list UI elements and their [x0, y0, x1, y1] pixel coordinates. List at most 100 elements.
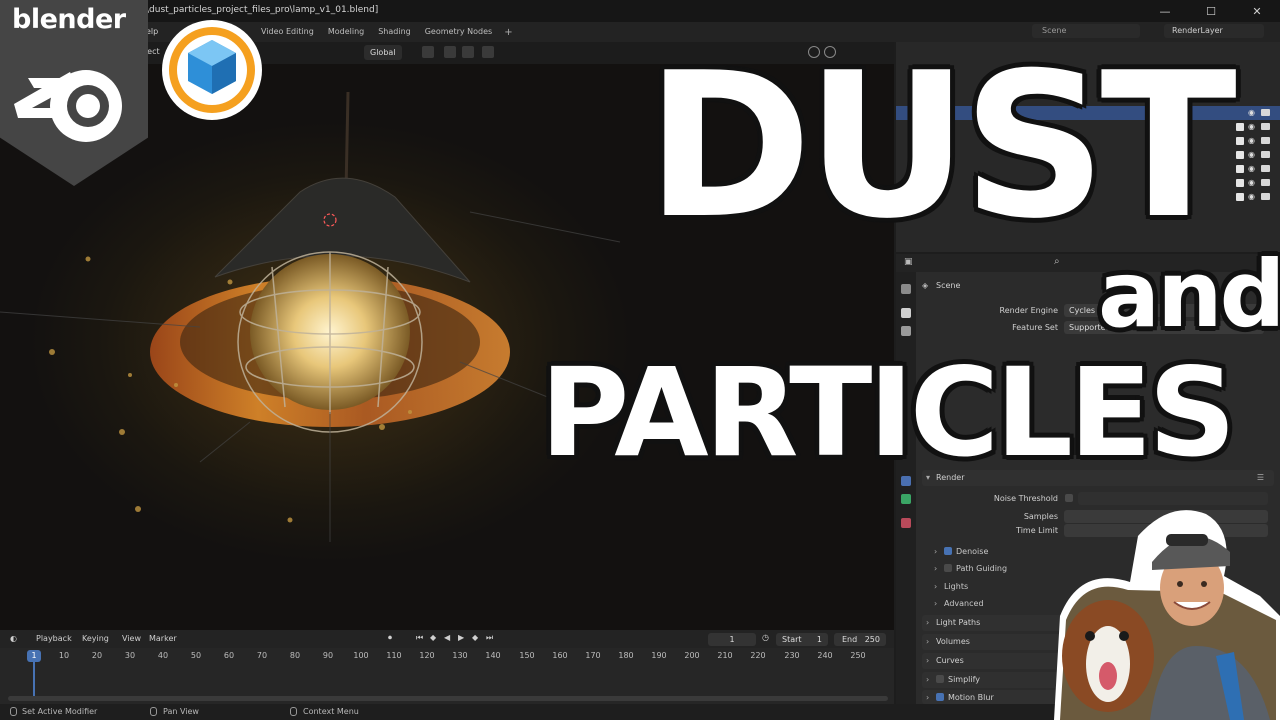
mouse-right-icon — [290, 707, 297, 716]
ruler-label: 120 — [419, 651, 435, 660]
playhead[interactable]: 1 — [27, 650, 41, 662]
stopwatch-icon[interactable]: ◷ — [762, 633, 769, 645]
ruler-label: 10 — [58, 651, 70, 660]
visibility-eye-icon[interactable]: ◉ — [1248, 108, 1255, 117]
dog-icon — [1062, 600, 1154, 712]
path-guiding-checkbox[interactable] — [944, 564, 952, 572]
render-camera-icon[interactable] — [1261, 179, 1270, 186]
output-tab-icon[interactable] — [901, 326, 911, 336]
motion-blur-checkbox[interactable] — [936, 693, 944, 701]
ruler-label: 140 — [485, 651, 501, 660]
marker-menu[interactable]: Marker — [149, 634, 177, 643]
transform-orientation-dropdown[interactable]: Global — [364, 45, 402, 60]
play-icon[interactable]: ▶ — [458, 633, 464, 645]
exclude-checkbox[interactable] — [1236, 193, 1244, 201]
tab-modeling[interactable]: Modeling — [321, 22, 371, 42]
start-label: Start — [782, 635, 802, 644]
tab-shading[interactable]: Shading — [371, 22, 418, 42]
exclude-checkbox[interactable] — [1236, 137, 1244, 145]
close-button[interactable]: ✕ — [1234, 0, 1280, 22]
visibility-eye-icon[interactable]: ◉ — [1248, 178, 1255, 187]
keying-menu[interactable]: Keying — [82, 634, 109, 643]
maximize-button[interactable]: ☐ — [1188, 0, 1234, 22]
chevron-right-icon: › — [934, 582, 938, 591]
simplify-checkbox[interactable] — [936, 675, 944, 683]
visibility-eye-icon[interactable]: ◉ — [1248, 122, 1255, 131]
addon-logo-icon — [162, 20, 262, 120]
snap-icon[interactable] — [444, 46, 456, 58]
end-frame-field[interactable]: End 250 — [834, 633, 886, 646]
constraints-tab-icon[interactable] — [901, 494, 911, 504]
render-tab-icon[interactable] — [901, 308, 911, 318]
exclude-checkbox[interactable] — [1236, 151, 1244, 159]
snap-target-icon[interactable] — [462, 46, 474, 58]
ruler-label: 130 — [452, 651, 468, 660]
title-particles: PARTICLES — [540, 342, 1236, 484]
visibility-eye-icon[interactable]: ◉ — [1248, 136, 1255, 145]
file-path: \dust_particles_project_files_pro\lamp_v… — [146, 5, 379, 15]
frame-ruler[interactable]: 1 10 20 30 40 50 60 70 80 90 100 110 120… — [0, 649, 894, 663]
exclude-checkbox[interactable] — [1236, 123, 1244, 131]
prev-keyframe-icon[interactable]: ◆ — [430, 633, 436, 645]
ruler-label: 70 — [256, 651, 268, 660]
chevron-right-icon: › — [926, 637, 930, 646]
exclude-checkbox[interactable] — [1236, 165, 1244, 173]
proportional-edit-icon[interactable] — [482, 46, 494, 58]
render-camera-icon[interactable] — [1261, 109, 1270, 116]
ruler-label: 200 — [684, 651, 700, 660]
ruler-label: 100 — [353, 651, 369, 660]
render-camera-icon[interactable] — [1261, 151, 1270, 158]
pivot-icon[interactable] — [422, 46, 434, 58]
tool-tab-icon[interactable] — [901, 284, 911, 294]
tab-geometry-nodes[interactable]: Geometry Nodes — [418, 22, 499, 42]
lamp-cable — [344, 91, 350, 193]
blender-logo-icon — [14, 70, 122, 142]
jump-start-icon[interactable]: ⏮ — [416, 633, 423, 645]
add-workspace-button[interactable]: + — [499, 27, 517, 38]
render-camera-icon[interactable] — [1261, 193, 1270, 200]
visibility-eye-icon[interactable]: ◉ — [1248, 164, 1255, 173]
chevron-right-icon: › — [926, 618, 930, 627]
ruler-label: 90 — [322, 651, 334, 660]
view-menu[interactable]: View — [122, 634, 141, 643]
timeline-header: ◐ Playback Keying View Marker ⏺ ⏮ ◆ ◀ ▶ … — [0, 630, 894, 648]
play-reverse-icon[interactable]: ◀ — [444, 633, 450, 645]
ruler-label: 30 — [124, 651, 136, 660]
properties-tabs — [896, 272, 916, 704]
render-camera-icon[interactable] — [1261, 123, 1270, 130]
exclude-checkbox[interactable] — [1236, 179, 1244, 187]
list-icon[interactable]: ☰ — [1257, 470, 1264, 486]
start-value: 1 — [816, 635, 822, 644]
tab-video-editing[interactable]: Video Editing — [254, 22, 321, 42]
texture-tab-icon[interactable] — [901, 518, 911, 528]
chevron-right-icon: › — [934, 547, 938, 556]
chevron-right-icon: › — [934, 599, 938, 608]
minimize-button[interactable]: — — [1142, 0, 1188, 22]
chevron-right-icon: › — [926, 675, 930, 684]
ruler-label: 20 — [91, 651, 103, 660]
next-keyframe-icon[interactable]: ◆ — [472, 633, 478, 645]
feature-set-label: Feature Set — [1012, 323, 1058, 332]
ruler-label: 240 — [817, 651, 833, 660]
ruler-label: 210 — [717, 651, 733, 660]
start-frame-field[interactable]: Start 1 — [776, 633, 828, 646]
current-frame-field[interactable]: 1 — [708, 633, 756, 646]
record-button[interactable]: ⏺ — [388, 633, 392, 645]
editor-type-icon[interactable]: ◐ — [10, 634, 17, 643]
chevron-right-icon: › — [934, 564, 938, 573]
end-value: 250 — [864, 635, 880, 644]
ruler-label: 40 — [157, 651, 169, 660]
visibility-eye-icon[interactable]: ◉ — [1248, 192, 1255, 201]
render-camera-icon[interactable] — [1261, 137, 1270, 144]
mouse-left-icon — [10, 707, 17, 716]
denoise-checkbox[interactable] — [944, 547, 952, 555]
chevron-right-icon: › — [926, 693, 930, 702]
render-camera-icon[interactable] — [1261, 165, 1270, 172]
presenter-photo — [1054, 510, 1280, 720]
timeline-scrollbar[interactable] — [8, 696, 888, 701]
jump-end-icon[interactable]: ⏭ — [486, 633, 493, 645]
ruler-label: 160 — [552, 651, 568, 660]
playback-menu[interactable]: Playback — [36, 634, 72, 643]
timeline-editor[interactable]: ◐ Playback Keying View Marker ⏺ ⏮ ◆ ◀ ▶ … — [0, 630, 894, 704]
visibility-eye-icon[interactable]: ◉ — [1248, 150, 1255, 159]
